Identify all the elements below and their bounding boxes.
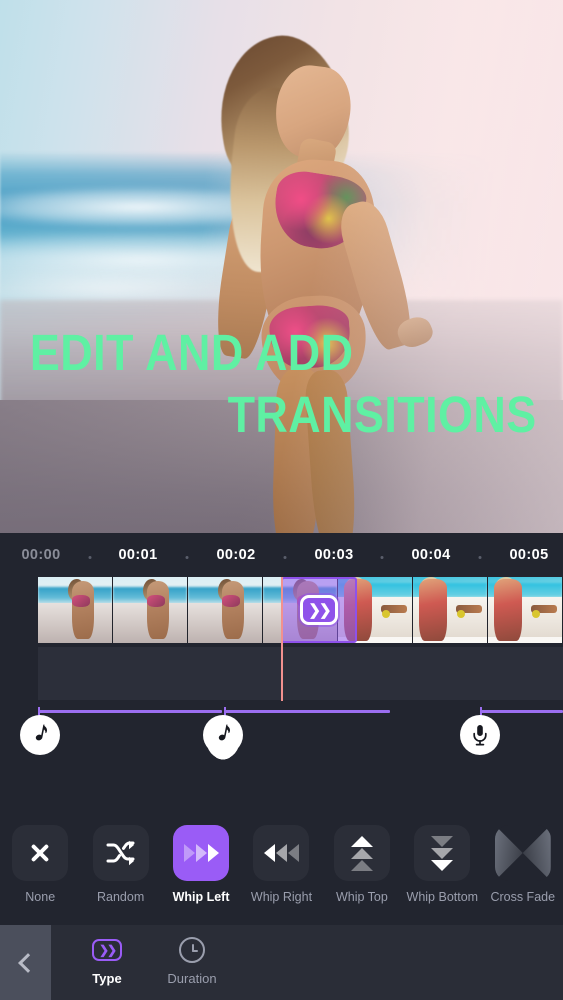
video-thumbnail[interactable] — [488, 577, 563, 643]
transition-option-label: Cross Fade — [490, 890, 556, 904]
clock-icon — [179, 935, 205, 965]
ruler-tick: 00:00 — [21, 547, 61, 563]
transition-option-whip-bottom[interactable]: Whip Bottom — [402, 825, 482, 904]
transition-option-label: Whip Top — [335, 890, 388, 904]
ruler-minor-tick — [380, 556, 384, 559]
audio-segment-bar[interactable] — [224, 710, 390, 713]
triple-arrow-down-icon[interactable] — [414, 825, 471, 881]
transition-option-random[interactable]: Random — [80, 825, 160, 904]
video-thumbnail[interactable] — [188, 577, 263, 643]
cross-fade-icon[interactable] — [494, 825, 551, 881]
microphone-icon[interactable] — [460, 715, 500, 755]
transition-options-row[interactable]: None Random Whip Left Whip Right Whip Top Whi… — [0, 825, 563, 925]
transition-option-label: None — [25, 890, 56, 904]
ruler-minor-tick — [88, 556, 92, 559]
chevron-double-right-icon: ❯❯ — [300, 595, 338, 625]
audio-track[interactable] — [38, 647, 563, 700]
transition-option-label: Whip Left — [172, 890, 230, 904]
ruler-tick: 00:01 — [118, 547, 158, 563]
ruler-minor-tick — [185, 556, 189, 559]
ruler-minor-tick — [283, 556, 287, 559]
triple-arrow-up-icon[interactable] — [333, 825, 390, 881]
tool-type[interactable]: ❯❯ Type — [72, 935, 142, 986]
transition-clip-selected[interactable]: ❯❯ — [281, 577, 357, 643]
video-thumbnail[interactable] — [413, 577, 488, 643]
ruler-tick: 00:03 — [314, 547, 354, 563]
video-editor-screen: EDIT AND ADD TRANSITIONS 00:00 00:01 00:02… — [0, 0, 563, 1000]
triple-arrow-right-icon[interactable] — [173, 825, 230, 881]
video-preview[interactable]: EDIT AND ADD TRANSITIONS — [0, 0, 563, 533]
music-note-stack-icon[interactable] — [203, 715, 243, 761]
transition-type-icon: ❯❯ — [92, 935, 122, 965]
triple-arrow-left-icon[interactable] — [253, 825, 310, 881]
tool-duration[interactable]: Duration — [157, 935, 227, 986]
close-x-icon[interactable] — [12, 825, 69, 881]
timeline[interactable]: 00:00 00:01 00:02 00:03 00:04 00:05 ❯❯ — [0, 533, 563, 761]
video-thumbnail[interactable] — [38, 577, 113, 643]
transition-option-label: Whip Right — [250, 890, 313, 904]
ruler-tick: 00:02 — [216, 547, 256, 563]
transition-option-whip-left[interactable]: Whip Left — [161, 825, 241, 904]
tool-duration-label: Duration — [167, 971, 217, 986]
playhead[interactable] — [281, 577, 283, 701]
ruler-tick: 00:05 — [509, 547, 549, 563]
ruler-tick: 00:04 — [411, 547, 451, 563]
audio-segment-bar[interactable] — [38, 710, 222, 713]
tool-type-label: Type — [92, 971, 122, 986]
bottom-toolbar[interactable]: ❯❯ Type Duration — [0, 925, 563, 1000]
ruler-minor-tick — [478, 556, 482, 559]
audio-segment-bar[interactable] — [480, 710, 563, 713]
transition-option-whip-right[interactable]: Whip Right — [241, 825, 321, 904]
audio-segment-bars[interactable] — [0, 707, 563, 716]
transition-option-whip-top[interactable]: Whip Top — [322, 825, 402, 904]
chevron-left-icon — [17, 952, 38, 973]
transition-option-none[interactable]: None — [0, 825, 80, 904]
audio-clip-handles[interactable] — [0, 715, 563, 761]
transition-option-cross-fade[interactable]: Cross Fade — [483, 825, 563, 904]
shuffle-icon[interactable] — [92, 825, 149, 881]
transition-option-label: Random — [97, 890, 145, 904]
subject-person — [178, 18, 478, 533]
video-thumbnail[interactable] — [113, 577, 188, 643]
transition-picker[interactable]: None Random Whip Left Whip Right Whip Top Whi… — [0, 729, 563, 925]
timeline-ruler[interactable]: 00:00 00:01 00:02 00:03 00:04 00:05 — [0, 547, 563, 573]
music-note-icon[interactable] — [20, 715, 60, 755]
transition-option-label: Whip Bottom — [406, 890, 479, 904]
back-button[interactable] — [0, 925, 51, 1000]
